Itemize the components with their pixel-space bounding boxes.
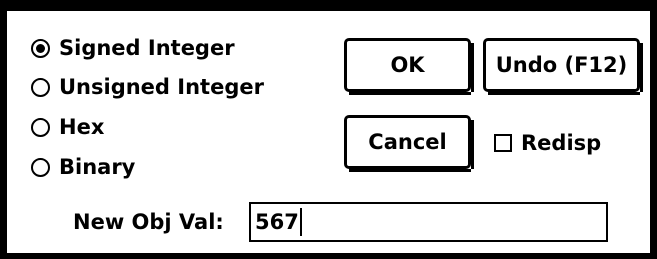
radio-binary[interactable]: Binary xyxy=(31,152,135,182)
window-frame-bottom xyxy=(0,253,657,259)
window-frame-top xyxy=(0,0,657,11)
new-obj-val-value: 567 xyxy=(255,210,299,234)
redisp-label: Redisp xyxy=(521,131,602,155)
radio-signed-integer-label: Signed Integer xyxy=(59,36,235,60)
radio-unsigned-integer-label: Unsigned Integer xyxy=(59,75,264,99)
ok-button[interactable]: OK xyxy=(344,38,474,95)
radio-unsigned-integer[interactable]: Unsigned Integer xyxy=(31,72,264,102)
new-obj-val-input[interactable]: 567 xyxy=(249,202,608,242)
redisp-checkbox[interactable]: Redisp xyxy=(494,127,601,159)
radio-binary-label: Binary xyxy=(59,155,136,179)
undo-button[interactable]: Undo (F12) xyxy=(483,38,643,95)
window-frame-right xyxy=(650,0,657,259)
radio-unchecked-icon xyxy=(31,117,50,137)
checkbox-unchecked-icon xyxy=(494,134,512,152)
radio-hex-label: Hex xyxy=(59,115,105,139)
radio-checked-icon xyxy=(31,38,50,58)
text-caret-icon xyxy=(299,208,302,236)
radio-signed-integer[interactable]: Signed Integer xyxy=(31,33,235,63)
radio-hex[interactable]: Hex xyxy=(31,112,104,142)
window-frame-left xyxy=(0,0,7,259)
new-obj-val-label: New Obj Val: xyxy=(73,210,224,234)
radio-unchecked-icon xyxy=(31,157,50,177)
cancel-button[interactable]: Cancel xyxy=(344,115,474,172)
radio-unchecked-icon xyxy=(31,77,50,97)
